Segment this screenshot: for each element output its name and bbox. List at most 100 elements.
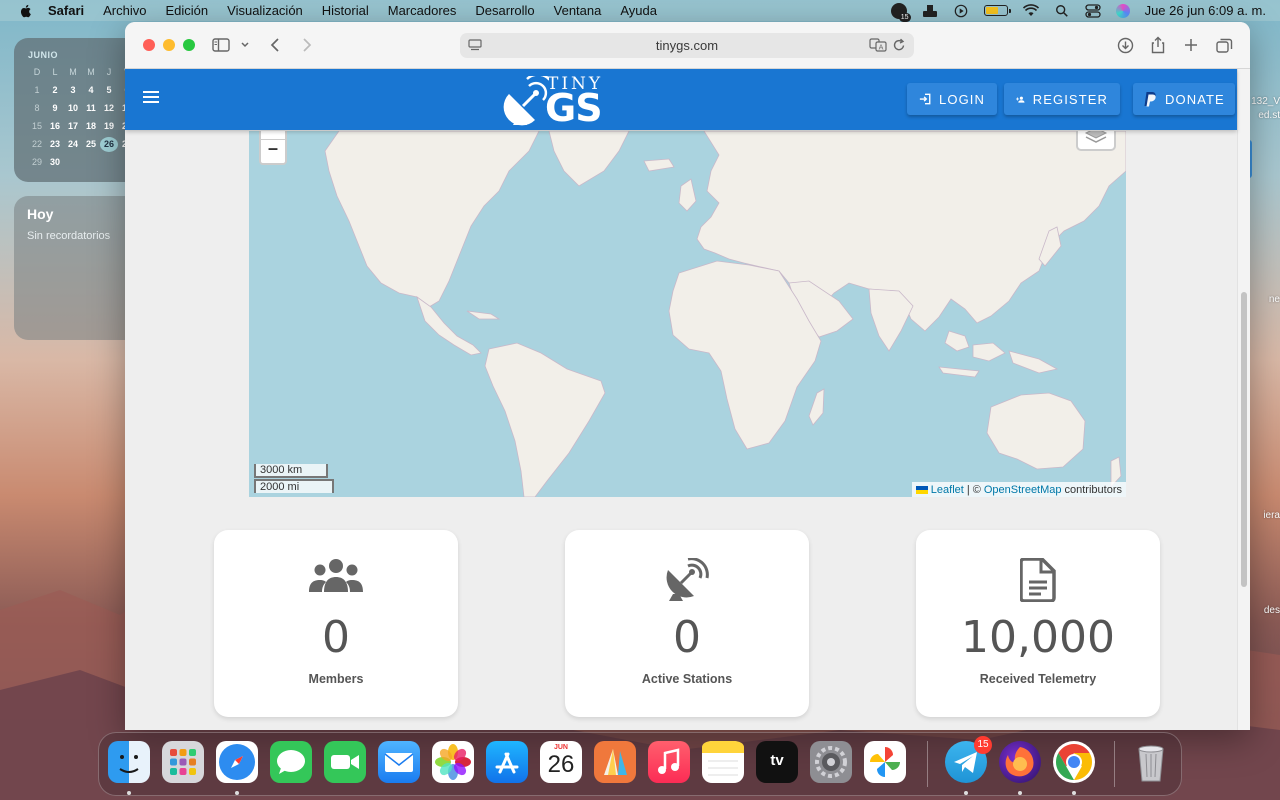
calendar-day: 8 (34, 103, 40, 113)
dock: JUN 26 tv 15 (98, 732, 1182, 796)
desktop-file-label[interactable]: des (1264, 605, 1280, 616)
page-scrollbar[interactable] (1237, 69, 1250, 730)
menu-ventana[interactable]: Ventana (554, 3, 602, 18)
page-menu-icon[interactable] (468, 39, 482, 51)
menu-historial[interactable]: Historial (322, 3, 369, 18)
openstreetmap-link[interactable]: OpenStreetMap (984, 484, 1062, 496)
upload-tray-icon[interactable] (922, 4, 938, 18)
chrome-icon[interactable] (1053, 741, 1095, 783)
menu-archivo[interactable]: Archivo (103, 3, 146, 18)
weekday-label: D (33, 67, 41, 77)
minimize-window-button[interactable] (163, 39, 175, 51)
telegram-icon[interactable]: 15 (945, 736, 992, 783)
desktop-file-label[interactable]: 132_V (1251, 96, 1280, 107)
apple-tv-icon[interactable]: tv (756, 741, 798, 783)
music-note-icon (658, 748, 680, 774)
desktop-file-label[interactable]: ne (1269, 294, 1280, 305)
finder-icon[interactable] (108, 741, 150, 783)
notepad-icon (702, 741, 744, 776)
play-circle-icon[interactable] (953, 4, 969, 18)
apple-icon[interactable] (18, 3, 34, 19)
menu-visualizacion[interactable]: Visualización (227, 3, 303, 18)
mail-icon[interactable] (378, 741, 420, 783)
document-icon (1020, 558, 1056, 602)
translate-icon[interactable]: A (869, 38, 887, 52)
tinygs-logo[interactable]: TINY GS (503, 72, 607, 130)
address-bar[interactable]: tinygs.com A (460, 33, 914, 58)
world-map[interactable]: – 3000 km 2000 mi Leaflet | © OpenStreet… (249, 131, 1126, 497)
menu-icon[interactable] (143, 91, 159, 105)
active-stations-label: Active Stations (641, 672, 733, 686)
facetime-icon[interactable] (324, 741, 366, 783)
firefox-icon[interactable] (999, 741, 1041, 783)
firefox-flame-icon (1005, 747, 1034, 777)
menu-edicion[interactable]: Edición (166, 3, 209, 18)
battery-icon[interactable] (983, 5, 1011, 16)
music-icon[interactable] (648, 741, 690, 783)
zoom-window-button[interactable] (183, 39, 195, 51)
menubar-clock[interactable]: Jue 26 jun 6:09 a. m. (1145, 3, 1266, 18)
finder-face-icon (119, 755, 139, 773)
launchpad-icon[interactable] (162, 741, 204, 783)
back-button[interactable] (265, 36, 285, 54)
running-indicator (1072, 791, 1076, 795)
share-button[interactable] (1148, 36, 1168, 54)
login-button[interactable]: LOGIN (907, 83, 997, 115)
control-center-icon[interactable] (1084, 3, 1101, 18)
notes-icon[interactable] (702, 741, 744, 783)
weekday-label: M (69, 67, 77, 77)
trash-icon[interactable] (1130, 741, 1172, 783)
tab-overview-button[interactable] (1214, 36, 1234, 54)
calendar-day: 4 (88, 85, 94, 95)
app-store-icon[interactable] (486, 741, 528, 783)
url-text[interactable]: tinygs.com (656, 38, 718, 53)
siri-icon[interactable] (1115, 3, 1130, 18)
photos-icon[interactable] (432, 741, 474, 783)
calendar-day: 5 (106, 85, 112, 95)
desktop-file-label[interactable]: iera (1263, 510, 1280, 521)
pinwheel-app-icon[interactable] (864, 741, 906, 783)
search-icon[interactable] (1054, 4, 1070, 18)
browser-toolbar: tinygs.com A (125, 22, 1250, 69)
scrollbar-thumb[interactable] (1241, 292, 1247, 587)
add-user-icon (1016, 96, 1025, 103)
login-label: LOGIN (939, 91, 985, 107)
calendar-day: 25 (85, 139, 96, 149)
menu-desarrollo[interactable]: Desarrollo (475, 3, 534, 18)
messages-icon[interactable] (270, 741, 312, 783)
dock-calendar-day: 26 (547, 751, 575, 778)
keynote-icon[interactable] (594, 741, 636, 783)
new-tab-button[interactable] (1181, 36, 1201, 54)
forward-button[interactable] (297, 36, 317, 54)
register-button[interactable]: REGISTER (1004, 83, 1120, 115)
safari-icon[interactable] (216, 741, 258, 783)
status-app-icon[interactable]: 15 (890, 2, 911, 22)
menu-marcadores[interactable]: Marcadores (388, 3, 457, 18)
flower-icon (435, 744, 471, 780)
app-store-a-icon (495, 752, 519, 774)
downloads-button[interactable] (1115, 36, 1135, 54)
attribution-separator: | © (966, 484, 981, 496)
wifi-icon[interactable] (1022, 3, 1039, 18)
menu-ayuda[interactable]: Ayuda (620, 3, 657, 18)
zoom-out-button[interactable]: – (261, 138, 285, 159)
ukraine-flag-icon (915, 486, 928, 494)
map-layers-button[interactable] (1076, 131, 1116, 151)
layers-icon (1084, 131, 1108, 143)
calendar-day: 10 (67, 103, 78, 113)
reload-icon[interactable] (893, 38, 906, 52)
system-settings-icon[interactable] (810, 741, 852, 783)
donate-button[interactable]: DONATE (1133, 83, 1235, 115)
sidebar-toggle-button[interactable] (211, 36, 231, 54)
leaflet-link[interactable]: Leaflet (931, 484, 964, 496)
chat-bubble-icon (277, 750, 305, 774)
desktop-file-label[interactable]: ed.st (1258, 110, 1280, 121)
menu-safari[interactable]: Safari (48, 3, 84, 18)
calendar-app-icon[interactable]: JUN 26 (540, 741, 582, 783)
reminders-title: Hoy (27, 206, 54, 222)
tab-group-dropdown[interactable] (235, 36, 255, 54)
close-window-button[interactable] (143, 39, 155, 51)
chrome-logo-icon (1055, 744, 1093, 780)
tabs-overview-icon (1215, 38, 1232, 53)
compass-icon (219, 744, 255, 780)
